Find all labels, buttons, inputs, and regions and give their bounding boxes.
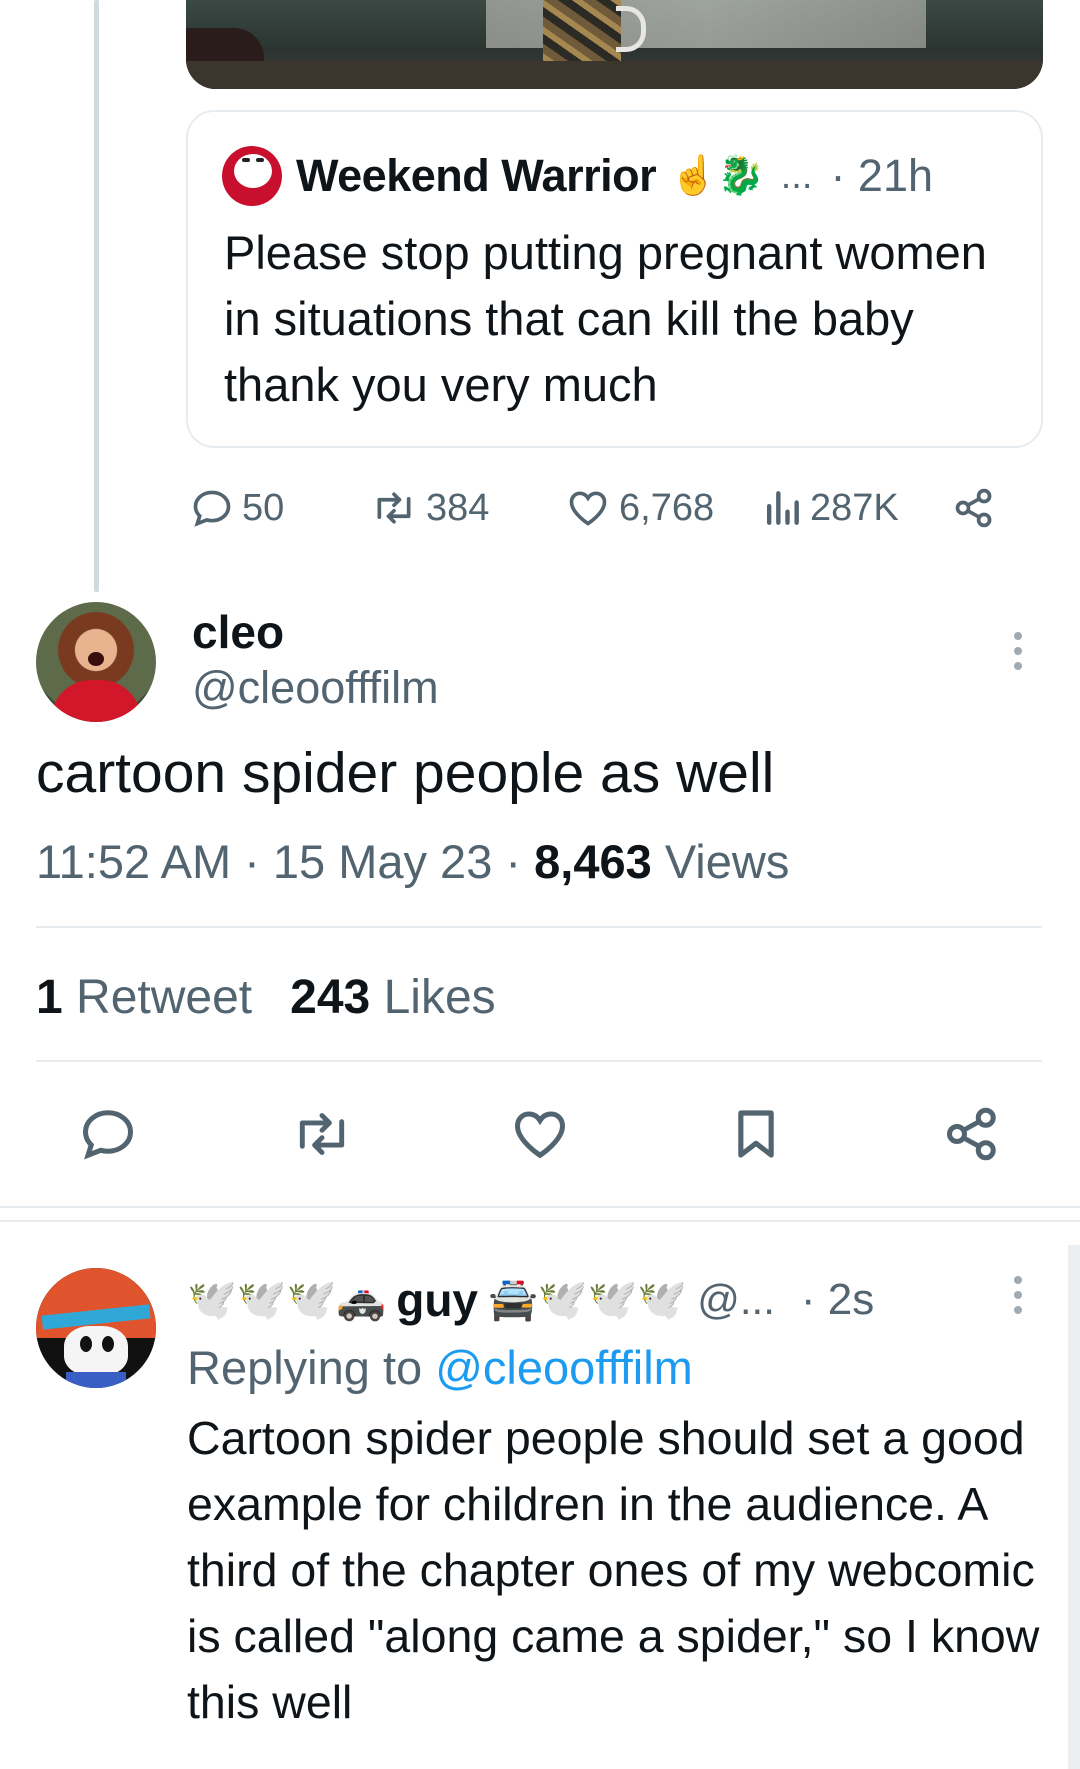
- reply-icon: [82, 1110, 134, 1160]
- retweets-count: 1: [36, 971, 63, 1024]
- like-button[interactable]: [508, 1102, 572, 1166]
- reply-icon: [193, 490, 231, 527]
- retweets-label: Retweet: [76, 971, 253, 1024]
- reply-tweet-header: 🕊️🕊️🕊️🚓 guy 🚔🕊️🕊️🕊️ @... · 2s: [187, 1268, 874, 1332]
- tweet-metadata: 11:52 AM · 15 May 23 · 8,463 Views: [36, 835, 790, 888]
- quoted-like-button[interactable]: 6,768: [565, 478, 714, 538]
- tweet-date[interactable]: 15 May 23: [273, 835, 492, 888]
- share-button[interactable]: [940, 1102, 1004, 1166]
- views-icon: [766, 491, 799, 525]
- divider: [36, 926, 1042, 928]
- author-avatar[interactable]: [36, 602, 156, 722]
- thread-connector: [94, 0, 99, 592]
- quoted-tweet-time[interactable]: · 21h: [830, 150, 933, 202]
- reply-tweet-text: Cartoon spider people should set a good …: [187, 1412, 1040, 1728]
- replying-to-line: Replying to @cleoofffilm: [187, 1338, 693, 1398]
- share-icon: [955, 488, 992, 528]
- tweet-media-image[interactable]: [186, 0, 1043, 89]
- quoted-reply-button[interactable]: 50: [190, 478, 284, 538]
- scrollbar[interactable]: [1068, 1245, 1080, 1769]
- likes-count-link[interactable]: 243 Likes: [290, 971, 496, 1024]
- quoted-views-count: 287K: [810, 486, 899, 529]
- tweet-time[interactable]: 11:52 AM: [36, 835, 231, 888]
- quoted-like-count: 6,768: [619, 486, 715, 529]
- reply-more-options-icon[interactable]: [1014, 1276, 1024, 1314]
- retweet-icon: [299, 1113, 345, 1155]
- quoted-views-button[interactable]: 287K: [762, 478, 899, 538]
- replying-to-mention[interactable]: @cleoofffilm: [435, 1341, 693, 1394]
- quoted-retweet-button[interactable]: 384: [370, 478, 489, 538]
- tweet-text: cartoon spider people as well: [36, 741, 775, 805]
- replying-to-label: Replying to: [187, 1341, 423, 1394]
- share-icon: [947, 1107, 996, 1161]
- retweet-button[interactable]: [290, 1102, 354, 1166]
- bookmark-icon: [738, 1110, 774, 1158]
- likes-label: Likes: [383, 971, 496, 1024]
- reply-author-handle[interactable]: @...: [697, 1276, 775, 1324]
- divider: [36, 1060, 1042, 1062]
- section-separator: [0, 1220, 1080, 1222]
- quoted-author-avatar[interactable]: [222, 146, 282, 206]
- author-name[interactable]: cleo: [192, 604, 284, 660]
- reply-tweet-time[interactable]: · 2s: [801, 1275, 874, 1325]
- quoted-share-button[interactable]: [952, 478, 996, 538]
- section-separator: [0, 1206, 1080, 1208]
- quoted-author-name[interactable]: Weekend Warrior: [296, 150, 657, 202]
- quoted-reply-count: 50: [242, 486, 285, 529]
- quoted-handle-truncated: ...: [780, 154, 813, 197]
- author-handle[interactable]: @cleoofffilm: [192, 660, 439, 716]
- engagement-counts: 1 Retweet 243 Likes: [36, 968, 496, 1028]
- like-icon: [569, 491, 607, 526]
- retweet-icon: [377, 492, 411, 524]
- tweet-views-label: Views: [664, 835, 790, 888]
- more-options-icon[interactable]: [1014, 632, 1024, 670]
- reply-name-suffix-emojis: 🚔🕊️🕊️🕊️: [488, 1278, 688, 1322]
- retweets-count-link[interactable]: 1 Retweet: [36, 971, 252, 1024]
- reply-author-name[interactable]: guy: [396, 1273, 478, 1327]
- like-icon: [514, 1111, 566, 1159]
- tweet-views-count: 8,463: [534, 835, 652, 888]
- quoted-tweet-text: Please stop putting pregnant women in si…: [224, 226, 987, 411]
- reply-name-prefix-emojis: 🕊️🕊️🕊️🚓: [187, 1278, 387, 1322]
- quoted-name-emojis: ☝️🐉: [670, 155, 765, 197]
- reply-button[interactable]: [76, 1102, 140, 1166]
- likes-count: 243: [290, 971, 371, 1024]
- quoted-tweet-card[interactable]: Weekend Warrior ☝️🐉 ... · 21h Please sto…: [186, 110, 1043, 448]
- quoted-tweet-header: Weekend Warrior ☝️🐉 ... · 21h: [222, 146, 933, 206]
- quoted-retweet-count: 384: [426, 486, 490, 529]
- bookmark-button[interactable]: [724, 1102, 788, 1166]
- reply-author-avatar[interactable]: [36, 1268, 156, 1388]
